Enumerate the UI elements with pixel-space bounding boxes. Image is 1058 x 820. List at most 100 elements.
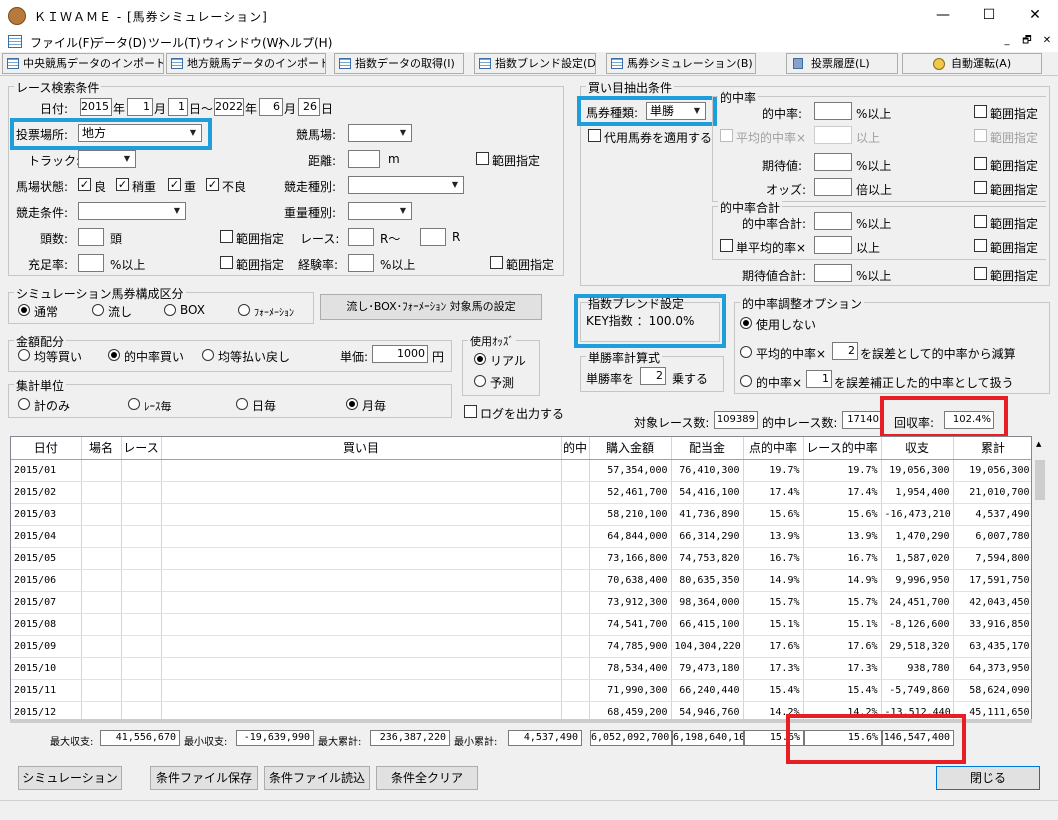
single-avg-input[interactable]: [814, 236, 852, 254]
adjust-subtract-input[interactable]: 2: [832, 342, 858, 360]
vote-history-button[interactable]: 投票履歴(L): [786, 53, 898, 74]
table-row[interactable]: 2015/02 52,461,700 54,416,100 17.4% 17.4% 1,9…: [11, 481, 1031, 504]
hit-sum-range-checkbox[interactable]: [974, 215, 987, 228]
fill-range-checkbox[interactable]: [220, 256, 233, 269]
hit-rate-range-checkbox[interactable]: [974, 105, 987, 118]
col-selection[interactable]: 買い目: [161, 437, 562, 460]
end-day-input[interactable]: 26: [298, 98, 320, 116]
start-year-input[interactable]: 2015: [80, 98, 112, 116]
odds-range-checkbox[interactable]: [974, 181, 987, 194]
race-type-select[interactable]: ▼: [348, 176, 464, 194]
table-row[interactable]: 2015/11 71,990,300 66,240,440 15.4% 15.4% -5,…: [11, 679, 1031, 702]
table-row[interactable]: 2015/10 78,534,400 79,473,180 17.3% 17.3% 938…: [11, 657, 1031, 680]
avg-hit-input[interactable]: [814, 126, 852, 144]
end-year-input[interactable]: 2022: [214, 98, 244, 116]
close-window-button[interactable]: ✕: [1012, 0, 1058, 32]
table-row[interactable]: 2015/07 73,912,300 98,364,000 15.7% 15.7% 24,…: [11, 591, 1031, 614]
heads-range-checkbox[interactable]: [220, 230, 233, 243]
target-horse-settings-button[interactable]: 流し･BOX･ﾌｫｰﾒｰｼｮﾝ 対象馬の設定: [320, 294, 542, 320]
adjust-subtract-radio[interactable]: [740, 346, 752, 358]
table-row[interactable]: 2015/04 64,844,000 66,314,290 13.9% 13.9% 1,4…: [11, 525, 1031, 548]
log-output-checkbox[interactable]: [464, 405, 477, 418]
menu-window[interactable]: ウィンドウ(W): [202, 34, 283, 51]
get-index-button[interactable]: 指数データの取得(I): [334, 53, 464, 74]
adjust-correct-input[interactable]: 1: [806, 370, 832, 388]
race-from-input[interactable]: [348, 228, 374, 246]
agg-race-radio[interactable]: [128, 398, 140, 410]
unit-price-input[interactable]: 1000: [372, 345, 428, 363]
import-central-button[interactable]: 中央競馬データのインポート(J): [2, 53, 164, 74]
substitute-ticket-checkbox[interactable]: [588, 129, 601, 142]
blend-settings-button[interactable]: 指数ブレンド設定(D): [474, 53, 596, 74]
menu-data[interactable]: データ(D): [92, 34, 147, 51]
sim-normal-radio[interactable]: [18, 304, 30, 316]
ev-range-checkbox[interactable]: [974, 157, 987, 170]
col-cumulative[interactable]: 累計: [953, 437, 1031, 460]
close-button[interactable]: 閉じる: [936, 766, 1040, 790]
mdi-restore-button[interactable]: 🗗: [1018, 33, 1036, 49]
avg-hit-checkbox[interactable]: [720, 129, 733, 142]
distance-input[interactable]: [348, 150, 380, 168]
cond-heavy-checkbox[interactable]: ✓: [168, 178, 181, 191]
odds-forecast-radio[interactable]: [474, 375, 486, 387]
col-payout[interactable]: 配当金: [671, 437, 744, 460]
distance-range-checkbox[interactable]: [476, 152, 489, 165]
col-point-hit[interactable]: 点的中率: [743, 437, 804, 460]
results-grid[interactable]: 日付 場名 レース 買い目 的中 購入金額 配当金 点的中率 レース的中率 収支…: [10, 436, 1032, 720]
ev-sum-range-checkbox[interactable]: [974, 267, 987, 280]
table-row[interactable]: 2015/09 74,785,900 104,304,220 17.6% 17.6% 29…: [11, 635, 1031, 658]
track-type-select[interactable]: ▼: [78, 150, 136, 168]
vertical-scrollbar[interactable]: ▲: [1032, 436, 1048, 720]
table-row[interactable]: 2015/08 74,541,700 66,415,100 15.1% 15.1% -8,…: [11, 613, 1031, 636]
adjust-none-radio[interactable]: [740, 317, 752, 329]
sim-box-radio[interactable]: [164, 304, 176, 316]
cond-good-checkbox[interactable]: ✓: [78, 178, 91, 191]
clear-conditions-button[interactable]: 条件全クリア: [376, 766, 478, 790]
fill-input[interactable]: [78, 254, 104, 272]
money-equal-radio[interactable]: [18, 349, 30, 361]
heads-input[interactable]: [78, 228, 104, 246]
hit-rate-input[interactable]: [814, 102, 852, 120]
table-row[interactable]: 2015/03 58,210,100 41,736,890 15.6% 15.6% -16…: [11, 503, 1031, 526]
col-purchase[interactable]: 購入金額: [589, 437, 672, 460]
minimize-button[interactable]: —: [920, 0, 966, 32]
start-month-input[interactable]: 1: [127, 98, 153, 116]
hit-sum-input[interactable]: [814, 212, 852, 230]
formula-input[interactable]: 2: [640, 367, 666, 385]
sim-formation-radio[interactable]: [238, 304, 250, 316]
col-balance[interactable]: 収支: [881, 437, 954, 460]
col-venue[interactable]: 場名: [81, 437, 122, 460]
agg-day-radio[interactable]: [236, 398, 248, 410]
exp-input[interactable]: [348, 254, 374, 272]
ticket-type-select[interactable]: 単勝 ▼: [646, 102, 706, 120]
mdi-minimize-button[interactable]: _: [998, 33, 1016, 49]
race-to-input[interactable]: [420, 228, 446, 246]
weight-select[interactable]: ▼: [348, 202, 412, 220]
table-row[interactable]: 2015/01 57,354,000 76,410,300 19.7% 19.7% 19,…: [11, 459, 1031, 482]
import-local-button[interactable]: 地方競馬データのインポート(N): [166, 53, 326, 74]
track-select[interactable]: ▼: [348, 124, 412, 142]
single-avg-checkbox[interactable]: [720, 239, 733, 252]
table-row[interactable]: 2015/05 73,166,800 74,753,820 16.7% 16.7% 1,5…: [11, 547, 1031, 570]
venue-type-select[interactable]: 地方 ▼: [78, 124, 202, 142]
simulate-button[interactable]: シミュレーション: [18, 766, 122, 790]
col-date[interactable]: 日付: [11, 437, 82, 460]
scroll-up-icon[interactable]: ▲: [1036, 440, 1041, 448]
menu-help[interactable]: ヘルプ(H): [278, 34, 332, 51]
ticket-simulation-button[interactable]: 馬券シミュレーション(B): [606, 53, 756, 74]
col-race-hit[interactable]: レース的中率: [803, 437, 882, 460]
load-conditions-button[interactable]: 条件ファイル読込: [264, 766, 370, 790]
col-hit[interactable]: 的中: [561, 437, 590, 460]
save-conditions-button[interactable]: 条件ファイル保存: [150, 766, 258, 790]
scroll-thumb[interactable]: [1035, 460, 1045, 500]
odds-real-radio[interactable]: [474, 353, 486, 365]
ev-sum-input[interactable]: [814, 264, 852, 282]
agg-month-radio[interactable]: [346, 398, 358, 410]
agg-total-radio[interactable]: [18, 398, 30, 410]
col-race[interactable]: レース: [121, 437, 162, 460]
cond-bad-checkbox[interactable]: ✓: [206, 178, 219, 191]
table-row[interactable]: 2015/06 70,638,400 80,635,350 14.9% 14.9% 9,9…: [11, 569, 1031, 592]
sim-nagashi-radio[interactable]: [92, 304, 104, 316]
money-payout-radio[interactable]: [202, 349, 214, 361]
end-month-input[interactable]: 6: [259, 98, 283, 116]
